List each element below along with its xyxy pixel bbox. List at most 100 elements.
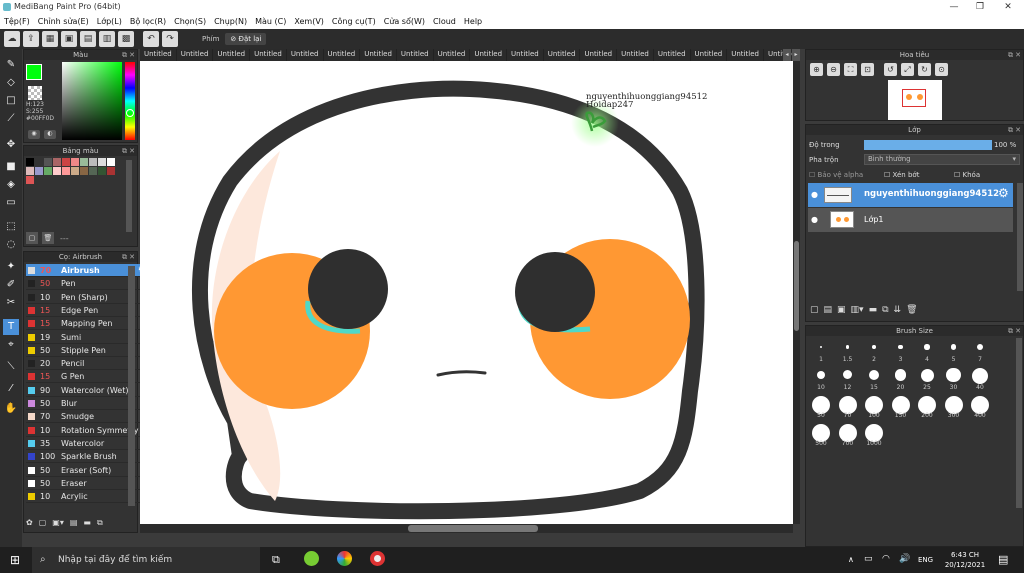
document-tab[interactable]: Untitled xyxy=(324,49,361,61)
reset-button[interactable]: ⊘ Đặt lại xyxy=(225,33,267,45)
brush-size-option[interactable]: 150 xyxy=(888,394,914,420)
hand-tool-icon[interactable]: ✋ xyxy=(3,401,19,417)
palette-swatch[interactable] xyxy=(26,167,34,175)
layer-row[interactable]: ● Lớp1 xyxy=(808,208,1013,232)
palette-scrollbar[interactable] xyxy=(126,160,132,232)
brush-size-option[interactable]: 200 xyxy=(914,394,940,420)
palette-swatch[interactable] xyxy=(35,158,43,166)
reset-view-icon[interactable]: ⊙ xyxy=(935,63,948,76)
actual-size-icon[interactable]: ⊡ xyxy=(861,63,874,76)
palette-swatch[interactable] xyxy=(89,167,97,175)
brush-size-option[interactable]: 300 xyxy=(941,394,967,420)
lasso-tool-icon[interactable]: ◌ xyxy=(3,237,19,253)
brush-size-option[interactable]: 100 xyxy=(861,394,887,420)
blend-mode-select[interactable]: Bình thường ▾ xyxy=(864,154,1020,165)
menu-layer[interactable]: Lớp(L) xyxy=(93,15,126,29)
select-tool-icon[interactable]: ⬚ xyxy=(3,219,19,235)
palette-swatch[interactable] xyxy=(53,158,61,166)
color-mode-icon[interactable]: ◉ xyxy=(28,130,40,139)
clock[interactable]: 6:43 CH 20/12/2021 xyxy=(942,550,988,570)
panel-close-icon[interactable]: ✕ xyxy=(129,50,135,60)
panel-float-icon[interactable]: ⧉ xyxy=(122,146,127,156)
menu-tools[interactable]: Công cụ(T) xyxy=(328,15,380,29)
fullscreen-icon[interactable]: ⤢ xyxy=(901,63,914,76)
tabs-prev-icon[interactable]: ◂ xyxy=(783,49,791,61)
palette-swatch[interactable] xyxy=(98,167,106,175)
document-tab[interactable]: Untitled xyxy=(691,49,728,61)
merge-layer-icon[interactable]: ⇊ xyxy=(894,305,902,315)
palette-swatch[interactable] xyxy=(44,167,52,175)
panel-close-icon[interactable]: ✕ xyxy=(1015,125,1021,135)
close-button[interactable]: ✕ xyxy=(994,0,1022,15)
new-brush-icon[interactable]: ▢ xyxy=(39,518,47,528)
app-taskbar-icon[interactable] xyxy=(304,551,319,566)
brush-size-option[interactable]: 1 xyxy=(808,338,834,364)
primary-color-swatch[interactable] xyxy=(26,64,42,80)
duplicate-brush-icon[interactable]: ⧉ xyxy=(97,518,103,528)
copy-brush-icon[interactable]: ▤ xyxy=(70,518,78,528)
panel-float-icon[interactable]: ⧉ xyxy=(1008,125,1013,135)
menu-select[interactable]: Chọn(S) xyxy=(170,15,210,29)
new-layer-icon[interactable]: ▢ xyxy=(810,305,819,315)
add-layer-menu-icon[interactable]: ▥▾ xyxy=(851,305,864,315)
brush-size-option[interactable]: 12 xyxy=(835,366,861,392)
chrome-taskbar-icon[interactable] xyxy=(337,551,352,566)
color-settings-icon[interactable]: ◐ xyxy=(44,130,56,139)
palette-swatch[interactable] xyxy=(26,176,34,184)
document-tab[interactable]: Untitled xyxy=(507,49,544,61)
cloud-icon[interactable]: ☁ xyxy=(4,31,20,47)
document-tab[interactable]: Untitled xyxy=(250,49,287,61)
document-tab[interactable]: Untitled xyxy=(580,49,618,61)
rotate-left-icon[interactable]: ↺ xyxy=(884,63,897,76)
document-tab[interactable]: Untitled xyxy=(177,49,214,61)
volume-icon[interactable]: 🔊 xyxy=(899,554,910,564)
brush-size-option[interactable]: 50 xyxy=(808,394,834,420)
shape-tool-icon[interactable]: ■ xyxy=(3,159,19,175)
document-tab[interactable]: Untitled xyxy=(470,49,508,61)
brush-size-option[interactable]: 25 xyxy=(914,366,940,392)
operation-tool-icon[interactable]: ⌖ xyxy=(3,337,19,353)
delete-palette-icon[interactable]: 🗑 xyxy=(42,232,54,244)
palette-swatch[interactable] xyxy=(62,158,70,166)
brush-size-option[interactable]: 700 xyxy=(835,422,861,448)
palette-swatch[interactable] xyxy=(107,158,115,166)
brush-size-option[interactable]: 500 xyxy=(808,422,834,448)
document-tab[interactable]: Untitled xyxy=(287,49,324,61)
export-icon[interactable]: ⇪ xyxy=(23,31,39,47)
brush-size-option[interactable]: 4 xyxy=(914,338,940,364)
document-tab[interactable]: Untitled xyxy=(397,49,434,61)
vertical-scrollbar[interactable] xyxy=(793,61,800,524)
magic-wand-icon[interactable]: ✦ xyxy=(3,259,19,275)
maximize-button[interactable]: ❐ xyxy=(966,0,994,15)
add-brush-icon[interactable]: ✿ xyxy=(26,518,33,528)
zoom-out-icon[interactable]: ⊖ xyxy=(827,63,840,76)
horizontal-scroll-thumb[interactable] xyxy=(408,525,538,532)
drawing-canvas[interactable]: nguyenthihuonggiang94512 Hoidap247 xyxy=(140,61,793,524)
grid-icon[interactable]: ▦ xyxy=(42,31,58,47)
menu-snap[interactable]: Chụp(N) xyxy=(210,15,251,29)
document-tab[interactable]: Untitled xyxy=(617,49,654,61)
brush-size-option[interactable]: 2 xyxy=(861,338,887,364)
task-view-icon[interactable]: ⧉ xyxy=(272,553,280,567)
panel-close-icon[interactable]: ✕ xyxy=(1015,50,1021,60)
horizontal-scrollbar[interactable] xyxy=(140,524,793,533)
palette-swatch[interactable] xyxy=(107,167,115,175)
brush-size-option[interactable]: 3 xyxy=(888,338,914,364)
divide-tool-icon[interactable]: ⟍ xyxy=(3,359,19,375)
menu-edit[interactable]: Chỉnh sửa(E) xyxy=(34,15,93,29)
palette-swatch[interactable] xyxy=(89,158,97,166)
palette-swatch[interactable] xyxy=(26,158,34,166)
brush-size-option[interactable]: 30 xyxy=(941,366,967,392)
gradient-tool-icon[interactable]: ▭ xyxy=(3,195,19,211)
new-8bit-layer-icon[interactable]: ▣ xyxy=(837,305,846,315)
panel-close-icon[interactable]: ✕ xyxy=(129,252,135,262)
layer-settings-gear-icon[interactable]: ⚙ xyxy=(998,186,1009,200)
brush-size-option[interactable]: 1000 xyxy=(861,422,887,448)
transparent-color-swatch[interactable] xyxy=(28,86,42,100)
saturation-value-picker[interactable] xyxy=(62,62,122,140)
menu-view[interactable]: Xem(V) xyxy=(290,15,328,29)
visibility-eye-icon[interactable]: ● xyxy=(811,215,818,224)
hue-slider-handle[interactable] xyxy=(126,109,134,117)
menu-help[interactable]: Help xyxy=(460,15,486,29)
select-eraser-icon[interactable]: ✂ xyxy=(3,295,19,311)
